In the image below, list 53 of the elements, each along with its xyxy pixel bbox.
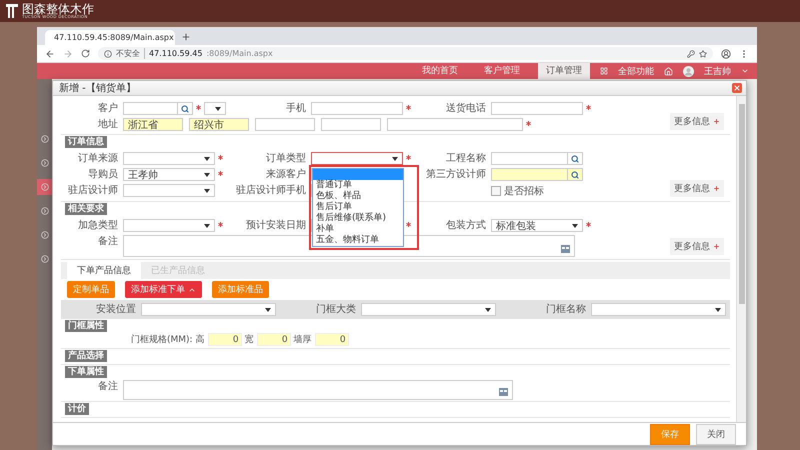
- more-info-button[interactable]: 更多信息: [670, 238, 724, 255]
- close-button[interactable]: 关闭: [696, 424, 736, 444]
- field-label: 导购员: [87, 168, 119, 182]
- field-label: 包装方式: [445, 218, 487, 233]
- url-field[interactable]: 不安全 47.110.59.45 :8089/Main.aspx: [98, 47, 713, 60]
- number-field[interactable]: 0: [208, 333, 242, 346]
- field-label: 门框大类: [315, 302, 357, 317]
- field-label: 订单类型: [265, 152, 307, 166]
- section-heading: 下单属性: [65, 366, 107, 378]
- input-field[interactable]: 浙江省: [123, 118, 183, 131]
- user-menu[interactable]: 王吉帅: [704, 64, 731, 78]
- field-label: 驻店设计师手机: [235, 184, 307, 198]
- section-heading: 计价: [65, 403, 89, 415]
- field-label: 备注: [97, 380, 119, 394]
- section-heading: 订单信息: [65, 136, 107, 148]
- more-info-button[interactable]: 更多信息: [670, 180, 724, 197]
- field-label: 手机: [285, 102, 307, 116]
- section-heading: 产品选择: [65, 350, 107, 362]
- field-label: 备注: [97, 234, 119, 249]
- number-field[interactable]: 0: [314, 333, 349, 346]
- tab[interactable]: 下单产品信息: [67, 262, 141, 279]
- brand-name: 图森整体木作: [22, 3, 94, 15]
- browser-tab[interactable]: 47.110.59.45:8089/Main.aspx: [45, 30, 175, 45]
- field-label: 墙厚: [294, 334, 312, 346]
- field-label: 宽: [244, 334, 254, 346]
- input-field[interactable]: 绍兴市: [189, 118, 249, 131]
- field-label: 门框规格(MM):: [131, 334, 193, 346]
- field-label: 加急类型: [77, 218, 119, 233]
- all-functions-menu[interactable]: 全部功能: [618, 64, 654, 78]
- number-field[interactable]: 0: [256, 333, 291, 346]
- checkbox-label: 是否招标: [504, 184, 544, 198]
- select-field[interactable]: 王孝帅: [123, 168, 215, 181]
- field-label: 门框名称: [545, 302, 587, 317]
- field-label: 第三方设计师: [425, 168, 487, 182]
- section-heading: 门框属性: [65, 320, 107, 332]
- field-label: 地址: [97, 118, 119, 132]
- nav-tab[interactable]: 订单管理: [538, 63, 590, 79]
- field-label: 驻店设计师: [67, 184, 119, 198]
- field-label: 高: [196, 334, 205, 346]
- field-label: 客户: [97, 102, 119, 116]
- nav-tab[interactable]: 客户管理: [476, 63, 528, 79]
- dialog-title: 新增 -【销货单】: [59, 82, 136, 95]
- action-button[interactable]: 添加标准下单: [125, 281, 202, 298]
- field-label: 订单来源: [77, 152, 119, 166]
- field-label: 工程名称: [445, 152, 487, 166]
- field-label: 预计安装日期: [245, 218, 307, 233]
- select-field[interactable]: 标准包装: [491, 219, 583, 232]
- field-label: 送货电话: [445, 102, 487, 116]
- nav-tab[interactable]: 我的首页: [414, 63, 466, 79]
- field-label: 安装位置: [95, 302, 137, 317]
- field-label: 来源客户: [265, 168, 307, 182]
- more-info-button[interactable]: 更多信息: [670, 113, 724, 130]
- section-heading: 相关要求: [65, 203, 107, 215]
